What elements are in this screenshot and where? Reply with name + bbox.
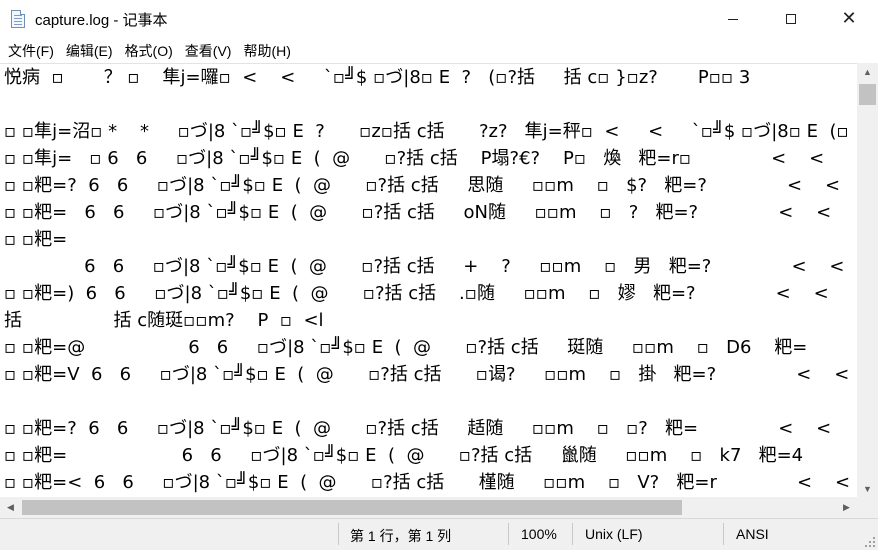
- status-divider: [572, 523, 573, 545]
- title-bar: capture.log - 记事本 ✕: [0, 0, 878, 38]
- text-editor[interactable]: 悦病 ▫ ？ ▫ 隼j=囉▫ < < `▫╝$ ▫づ|8▫ E ? (▫?括 括…: [0, 63, 857, 497]
- text-line: ▫ ▫粑= 6 6 ▫づ|8 `▫╝$▫ E ( @ ▫?括 c括 oN随 ▫▫…: [4, 202, 832, 223]
- text-line: ▫ ▫粑=? 6 6 ▫づ|8 `▫╝$▫ E ( @ ▫?括 c括 趏随 ▫▫…: [4, 418, 832, 439]
- status-cursor-position: 第 1 行，第 1 列: [350, 528, 452, 544]
- resize-grip-icon[interactable]: [865, 537, 875, 547]
- status-divider: [338, 523, 339, 545]
- window-title: capture.log - 记事本: [35, 12, 168, 29]
- menu-format[interactable]: 格式(O): [121, 40, 177, 62]
- minimize-icon: [728, 18, 738, 20]
- notepad-icon: [11, 10, 25, 28]
- scrollbar-corner: [857, 497, 878, 518]
- status-zoom: 100%: [521, 526, 557, 542]
- status-divider: [723, 523, 724, 545]
- vertical-scrollbar[interactable]: ▲ ▼: [857, 63, 878, 497]
- menu-help[interactable]: 帮助(H): [239, 40, 294, 62]
- text-line: ▫ ▫隼j=沼▫ * * ▫づ|8 `▫╝$▫ E ? ▫z▫括 c括 ?z? …: [4, 121, 849, 142]
- text-line: ▫ ▫隼j= ▫ 6 6 ▫づ|8 `▫╝$▫ E ( @ ▫?括 c括 P塌?…: [4, 148, 825, 169]
- menu-edit[interactable]: 编辑(E): [62, 40, 117, 62]
- text-line: 括 括 c随珽▫▫m? P ▫ <l: [4, 310, 324, 331]
- text-line: 悦病 ▫ ？ ▫ 隼j=囉▫ < < `▫╝$ ▫づ|8▫ E ? (▫?括 括…: [4, 67, 751, 88]
- menu-view[interactable]: 查看(V): [181, 40, 236, 62]
- minimize-button[interactable]: [704, 0, 762, 38]
- menu-file[interactable]: 文件(F): [4, 40, 58, 62]
- horizontal-scrollbar[interactable]: ◀ ▶: [0, 497, 857, 518]
- maximize-button[interactable]: [762, 0, 820, 38]
- vertical-scroll-thumb[interactable]: [859, 84, 876, 105]
- menu-bar: 文件(F) 编辑(E) 格式(O) 查看(V) 帮助(H): [0, 38, 878, 63]
- text-line: ▫ ▫粑=@ 6 6 ▫づ|8 `▫╝$▫ E ( @ ▫?括 c括 珽随 ▫▫…: [4, 337, 808, 358]
- scroll-right-icon[interactable]: ▶: [836, 499, 857, 516]
- status-bar: 第 1 行，第 1 列 100% Unix (LF) ANSI: [0, 518, 878, 550]
- status-line-ending: Unix (LF): [585, 526, 643, 542]
- text-line: ▫ ▫粑=? 6 6 ▫づ|8 `▫╝$▫ E ( @ ▫?括 c括 思随 ▫▫…: [4, 175, 841, 196]
- close-icon: ✕: [841, 8, 857, 29]
- text-line: ▫ ▫粑= 6 6 ▫づ|8 `▫╝$▫ E ( @ ▫?括 c括 巤随 ▫▫m…: [4, 445, 804, 466]
- text-line: ▫ ▫粑=V 6 6 ▫づ|8 `▫╝$▫ E ( @ ▫?括 c括 ▫谒? ▫…: [4, 364, 850, 385]
- text-line: ▫ ▫粑=: [4, 229, 68, 250]
- text-line: ▫ ▫粑=) 6 6 ▫づ|8 `▫╝$▫ E ( @ ▫?括 c括 .▫随 ▫…: [4, 283, 829, 304]
- scroll-down-icon[interactable]: ▼: [857, 480, 878, 497]
- text-line: 6 6 ▫づ|8 `▫╝$▫ E ( @ ▫?括 c括 + ? ▫▫m ▫ 男 …: [4, 256, 845, 277]
- maximize-icon: [786, 14, 796, 24]
- text-line: ▫ ▫粑=< 6 6 ▫づ|8 `▫╝$▫ E ( @ ▫?括 c括 槿随 ▫▫…: [4, 472, 851, 493]
- close-button[interactable]: ✕: [820, 0, 878, 38]
- scroll-up-icon[interactable]: ▲: [857, 63, 878, 80]
- horizontal-scroll-thumb[interactable]: [22, 500, 682, 515]
- status-encoding: ANSI: [736, 526, 769, 542]
- scroll-left-icon[interactable]: ◀: [0, 499, 21, 516]
- status-divider: [508, 523, 509, 545]
